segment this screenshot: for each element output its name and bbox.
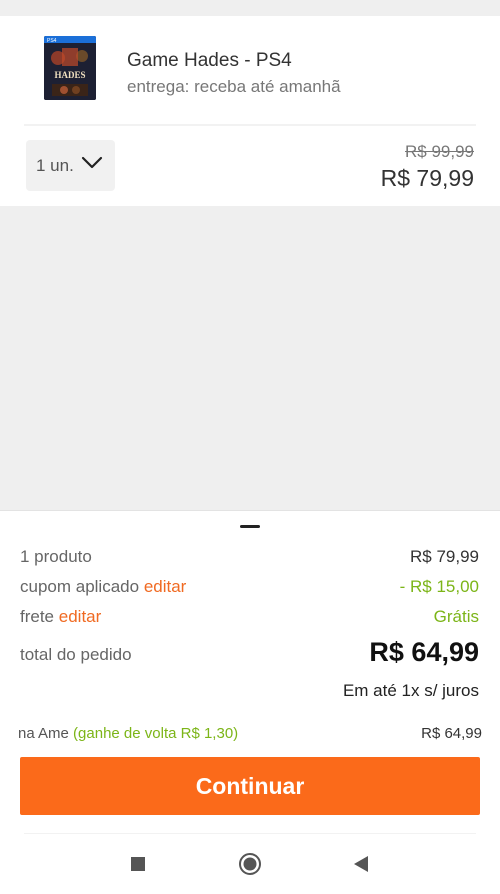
nav-back-button[interactable] (347, 850, 375, 878)
continue-button[interactable]: Continuar (20, 757, 480, 815)
coupon-discount: - R$ 15,00 (399, 577, 479, 596)
item-divider (24, 124, 476, 126)
top-strip (0, 0, 500, 16)
product-thumbnail[interactable]: PS4 HADES (44, 36, 96, 100)
products-count-label: 1 produto (20, 547, 92, 566)
empty-area (0, 206, 500, 510)
current-price: R$ 79,99 (380, 165, 474, 191)
installments-info: Em até 1x s/ juros (342, 681, 479, 700)
ame-cashback-row: na Ame (ganhe de volta R$ 1,30) (18, 725, 238, 742)
circle-icon (239, 853, 261, 875)
shipping-row: frete editar (20, 607, 101, 627)
ps4-badge: PS4 (47, 38, 57, 44)
coupon-row: cupom aplicado editar (20, 577, 186, 597)
square-icon (131, 857, 145, 871)
shipping-edit-link[interactable]: editar (59, 607, 102, 626)
quantity-label: 1 un. (36, 156, 74, 175)
chevron-down-icon (81, 156, 103, 169)
ame-label: na Ame (18, 725, 69, 742)
old-price: R$ 99,99 (405, 142, 474, 161)
shipping-label: frete (20, 607, 55, 626)
cart-item: PS4 HADES Game Hades - PS4 entrega: rece… (0, 16, 500, 206)
ame-value: R$ 64,99 (421, 725, 482, 742)
android-nav-bar (0, 834, 500, 894)
nav-home-button[interactable] (236, 850, 264, 878)
coupon-edit-link[interactable]: editar (144, 577, 187, 596)
drag-handle[interactable] (240, 525, 260, 528)
delivery-info: entrega: receba até amanhã (127, 77, 341, 96)
ame-cashback: (ganhe de volta R$ 1,30) (73, 725, 239, 742)
total-label: total do pedido (20, 645, 132, 664)
product-title[interactable]: Game Hades - PS4 (127, 50, 292, 72)
triangle-back-icon (354, 856, 368, 872)
game-cover-image: PS4 HADES (44, 36, 96, 100)
shipping-value: Grátis (433, 607, 479, 626)
nav-recent-button[interactable] (124, 850, 152, 878)
quantity-select[interactable]: 1 un. (26, 140, 115, 191)
coupon-label: cupom aplicado (20, 577, 140, 596)
products-subtotal: R$ 79,99 (410, 547, 479, 566)
total-value: R$ 64,99 (369, 637, 479, 667)
hades-logo-text: HADES (54, 70, 85, 80)
